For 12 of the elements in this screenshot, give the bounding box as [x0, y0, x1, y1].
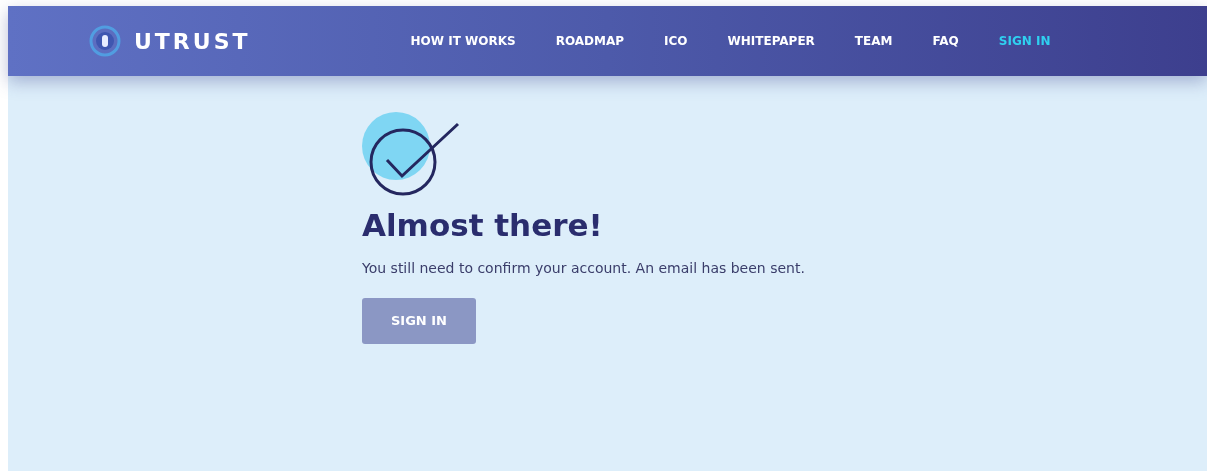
nav-link[interactable]: ROADMAP — [555, 32, 625, 50]
nav-link[interactable]: SIGN IN — [998, 32, 1051, 50]
nav-link[interactable]: WHITEPAPER — [727, 32, 815, 50]
heading: Almost there! — [362, 210, 603, 241]
logo-icon[interactable] — [88, 24, 122, 58]
nav-link[interactable]: TEAM — [854, 32, 893, 50]
checkmark-icon — [362, 110, 462, 196]
nav-link[interactable]: FAQ — [932, 32, 959, 50]
nav-link[interactable]: ICO — [664, 32, 688, 50]
logo-text[interactable]: UTRUST — [134, 24, 251, 58]
nav-link[interactable]: HOW IT WORKS — [410, 32, 516, 50]
message-text: You still need to confirm your account. An email has been sent. — [362, 259, 806, 278]
